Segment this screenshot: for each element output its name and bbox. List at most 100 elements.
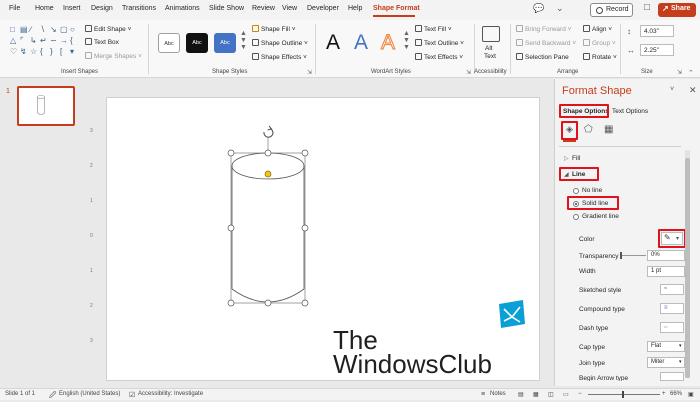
fill-section-header[interactable]: Fill [572, 155, 580, 162]
accessibility-status[interactable]: Accessibility: Investigate [138, 391, 203, 397]
wordart-sample[interactable]: A [326, 31, 340, 55]
panel-scrollbar-thumb[interactable] [685, 158, 690, 378]
wordart-sample[interactable]: A [380, 31, 395, 55]
zoom-out-icon[interactable]: − [578, 391, 582, 397]
brace-shape-icon[interactable]: { [40, 47, 43, 56]
edit-shape-button[interactable]: Edit Shape ˅ [85, 25, 131, 33]
connector-shape-icon[interactable]: ↳ [30, 36, 37, 45]
triangle-shape-icon[interactable]: △ [10, 36, 16, 45]
tab-design[interactable]: Design [91, 5, 113, 12]
curve-shape-icon[interactable]: ∽ [50, 36, 57, 45]
text-outline-button[interactable]: Text Outline ˅ [415, 39, 464, 47]
sketched-style-dropdown[interactable]: ≈ [660, 284, 684, 295]
oval-shape-icon[interactable]: ○ [70, 25, 75, 34]
resize-handle[interactable] [227, 149, 235, 157]
text-box-button[interactable]: Text Box [85, 38, 119, 46]
textbox-shape-icon[interactable]: ▤ [20, 25, 28, 34]
tab-help[interactable]: Help [348, 5, 362, 12]
tab-transitions[interactable]: Transitions [122, 5, 156, 12]
shapes-gallery[interactable]: □ ▤ ∕ ∖ ↘ ▢ ○ △ ⌜ ↳ ↵ ∽ → { ♡ ↯ ☆ { } [ … [10, 25, 82, 61]
rotate-button[interactable]: Rotate ˅ [583, 53, 617, 61]
resize-handle[interactable] [227, 299, 235, 307]
resize-handle[interactable] [301, 149, 309, 157]
reading-view-icon[interactable]: ◫ [548, 391, 554, 398]
no-line-label[interactable]: No line [582, 187, 602, 194]
share-button[interactable]: Share ↗ [658, 3, 696, 17]
spelling-check-icon[interactable]: 🖉 [49, 391, 56, 402]
connector-shape-icon[interactable]: ⌜ [20, 36, 24, 45]
shape-height-input[interactable]: 4.03" [640, 25, 674, 37]
more-shapes-icon[interactable]: ▾ [70, 47, 74, 56]
alt-text-icon[interactable] [482, 26, 500, 42]
zoom-slider[interactable] [588, 394, 660, 395]
notes-button[interactable]: Notes [490, 391, 506, 397]
comment-bubble-icon[interactable]: □ [644, 2, 650, 13]
gradient-line-radio[interactable] [573, 214, 579, 220]
effects-pentagon-icon[interactable]: ⬠ [584, 124, 593, 135]
cap-type-dropdown[interactable]: Flat ▾ [647, 341, 685, 352]
dialog-launcher-icon[interactable]: ⇲ [307, 69, 312, 76]
brace-shape-icon[interactable]: } [50, 47, 53, 56]
tab-view[interactable]: View [282, 5, 297, 12]
alt-text-label[interactable]: Alt [485, 45, 493, 52]
begin-arrow-type-dropdown[interactable] [660, 372, 684, 381]
shape-style-sample[interactable]: Abc [214, 33, 236, 53]
shape-style-sample[interactable]: Abc [186, 33, 208, 53]
tab-developer[interactable]: Developer [307, 5, 339, 12]
no-line-radio[interactable] [573, 188, 579, 194]
tab-shape-format[interactable]: Shape Format [373, 5, 420, 12]
rectangle-shape-icon[interactable]: ▢ [60, 25, 68, 34]
slideshow-icon[interactable]: ▭ [563, 391, 569, 398]
bracket-shape-icon[interactable]: [ [60, 47, 62, 56]
resize-handle[interactable] [264, 149, 272, 157]
shape-effects-button[interactable]: Shape Effects ˅ [252, 53, 307, 61]
zoom-in-icon[interactable]: + [662, 391, 666, 397]
resize-handle[interactable] [264, 299, 272, 307]
resize-handle[interactable] [301, 299, 309, 307]
slide-canvas[interactable] [106, 97, 540, 381]
merge-shapes-button[interactable]: Merge Shapes ˅ [85, 52, 142, 60]
adjustment-handle[interactable] [264, 170, 272, 178]
transparency-slider-thumb[interactable] [620, 252, 622, 259]
compound-type-dropdown[interactable]: ≡ [660, 303, 684, 314]
group-button[interactable]: Group ˅ [583, 39, 616, 47]
dialog-launcher-icon[interactable]: ⇲ [677, 69, 682, 76]
language-status[interactable]: English (United States) [59, 391, 120, 397]
text-fill-button[interactable]: Text Fill ˅ [415, 25, 452, 33]
shape-outline-button[interactable]: Shape Outline ˅ [252, 39, 308, 47]
wordart-sample[interactable]: A [354, 31, 368, 55]
arrow-shape-icon[interactable]: → [60, 36, 68, 45]
alt-text-label[interactable]: Text [484, 53, 496, 60]
dialog-launcher-icon[interactable]: ⇲ [466, 69, 471, 76]
lightning-shape-icon[interactable]: ↯ [20, 47, 27, 56]
text-effects-button[interactable]: Text Effects ˅ [415, 53, 463, 61]
brace-shape-icon[interactable]: { [70, 36, 73, 45]
shape-fill-button[interactable]: Shape Fill ˅ [252, 25, 296, 33]
cylinder-shape[interactable] [220, 122, 320, 312]
tab-animations[interactable]: Animations [165, 5, 200, 12]
send-backward-button[interactable]: Send Backward ˅ [516, 39, 576, 47]
size-properties-icon[interactable]: ▦ [604, 124, 613, 135]
dash-type-dropdown[interactable]: ┄ [660, 322, 684, 333]
shape-width-input[interactable]: 2.25" [640, 44, 674, 56]
wordart-gallery-scroll-icon[interactable]: ▲ ▼ ▼ [403, 30, 410, 51]
resize-handle[interactable] [227, 224, 235, 232]
heart-shape-icon[interactable]: ♡ [10, 47, 17, 56]
slide-sorter-icon[interactable]: ▦ [533, 391, 539, 398]
zoom-level[interactable]: 66% [670, 391, 682, 397]
tab-review[interactable]: Review [252, 5, 275, 12]
align-button[interactable]: Align ˅ [583, 25, 612, 33]
close-icon[interactable]: ✕ [689, 85, 697, 96]
join-type-dropdown[interactable]: Miter ▾ [647, 357, 685, 368]
collapse-ribbon-icon[interactable]: ⌃ [688, 69, 694, 77]
selection-pane-button[interactable]: Selection Pane [516, 53, 569, 61]
star-shape-icon[interactable]: ☆ [30, 47, 37, 56]
notes-icon[interactable]: ≡ [481, 391, 485, 398]
comments-icon[interactable]: 💬 [533, 3, 544, 14]
tab-file[interactable]: File [9, 5, 20, 12]
fit-slide-icon[interactable]: ▣ [688, 391, 694, 398]
tab-home[interactable]: Home [35, 5, 54, 12]
collapse-icon[interactable]: ⌄ [556, 3, 564, 14]
shape-style-sample[interactable]: Abc [158, 33, 180, 53]
tab-text-options[interactable]: Text Options [612, 108, 648, 115]
